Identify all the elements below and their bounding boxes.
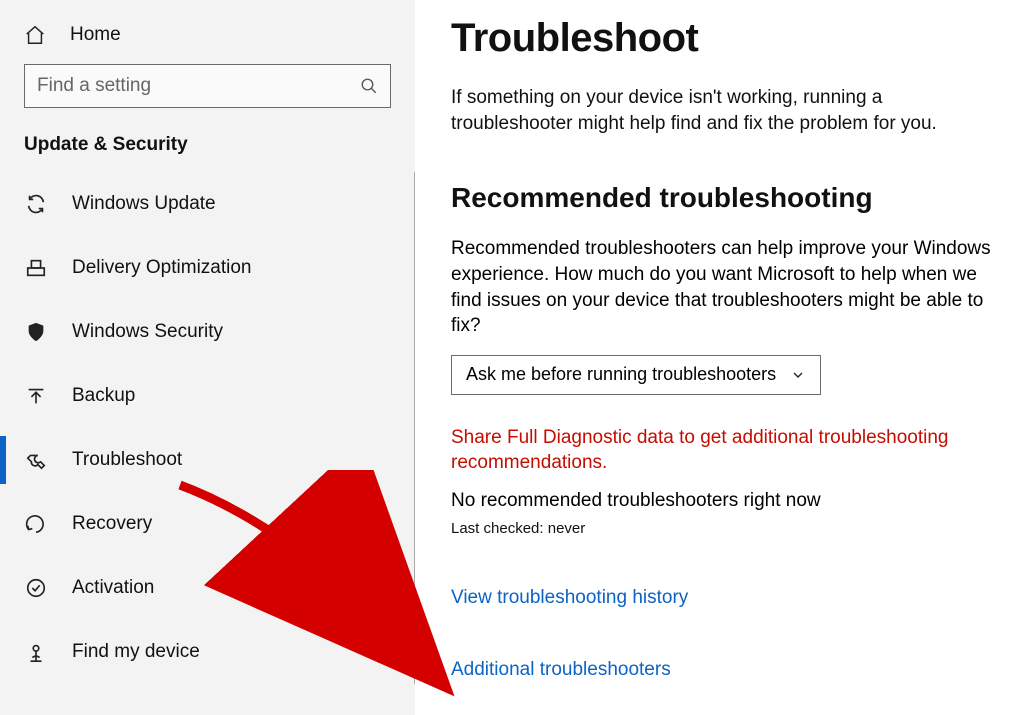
additional-troubleshooters-link[interactable]: Additional troubleshooters bbox=[451, 659, 1006, 681]
sidebar-item-label: Windows Security bbox=[72, 321, 223, 343]
dropdown-value: Ask me before running troubleshooters bbox=[466, 364, 776, 385]
backup-icon bbox=[24, 384, 48, 408]
sidebar-item-label: Windows Update bbox=[72, 193, 216, 215]
find-device-icon bbox=[24, 640, 48, 664]
sync-icon bbox=[24, 192, 48, 216]
search-icon bbox=[360, 77, 378, 95]
home-label: Home bbox=[70, 24, 121, 46]
sidebar-item-label: Find my device bbox=[72, 641, 200, 663]
section-heading: Recommended troubleshooting bbox=[451, 182, 1006, 214]
sidebar-item-label: Recovery bbox=[72, 513, 152, 535]
sidebar-item-windows-security[interactable]: Windows Security bbox=[0, 300, 414, 364]
no-recommendations-text: No recommended troubleshooters right now bbox=[451, 490, 1006, 512]
wrench-icon bbox=[24, 448, 48, 472]
chevron-down-icon bbox=[790, 367, 806, 383]
sidebar-item-troubleshoot[interactable]: Troubleshoot bbox=[0, 428, 414, 492]
main-content: Troubleshoot If something on your device… bbox=[415, 0, 1024, 715]
delivery-icon bbox=[24, 256, 48, 280]
troubleshoot-preference-dropdown[interactable]: Ask me before running troubleshooters bbox=[451, 355, 821, 395]
sidebar-item-label: Backup bbox=[72, 385, 135, 407]
sidebar-item-label: Activation bbox=[72, 577, 154, 599]
activation-icon bbox=[24, 576, 48, 600]
section-description: Recommended troubleshooters can help imp… bbox=[451, 236, 1006, 339]
last-checked-text: Last checked: never bbox=[451, 520, 1006, 537]
diagnostic-warning: Share Full Diagnostic data to get additi… bbox=[451, 425, 1006, 476]
sidebar-item-label: Troubleshoot bbox=[72, 449, 182, 471]
settings-sidebar: Home Find a setting Update & Security Wi… bbox=[0, 0, 415, 715]
sidebar-item-recovery[interactable]: Recovery bbox=[0, 492, 414, 556]
sidebar-section-title: Update & Security bbox=[0, 128, 415, 172]
sidebar-item-activation[interactable]: Activation bbox=[0, 556, 414, 620]
view-history-link[interactable]: View troubleshooting history bbox=[451, 587, 1006, 609]
page-title: Troubleshoot bbox=[451, 16, 1006, 61]
sidebar-nav: Windows Update Delivery Optimization Win… bbox=[0, 172, 415, 684]
search-input[interactable]: Find a setting bbox=[24, 64, 391, 108]
recovery-icon bbox=[24, 512, 48, 536]
home-button[interactable]: Home bbox=[0, 18, 415, 64]
sidebar-item-find-my-device[interactable]: Find my device bbox=[0, 620, 414, 684]
sidebar-item-delivery-optimization[interactable]: Delivery Optimization bbox=[0, 236, 414, 300]
sidebar-item-windows-update[interactable]: Windows Update bbox=[0, 172, 414, 236]
search-placeholder: Find a setting bbox=[37, 75, 360, 97]
sidebar-item-label: Delivery Optimization bbox=[72, 257, 252, 279]
sidebar-item-backup[interactable]: Backup bbox=[0, 364, 414, 428]
shield-icon bbox=[24, 320, 48, 344]
home-icon bbox=[24, 24, 46, 46]
intro-text: If something on your device isn't workin… bbox=[451, 85, 1006, 136]
